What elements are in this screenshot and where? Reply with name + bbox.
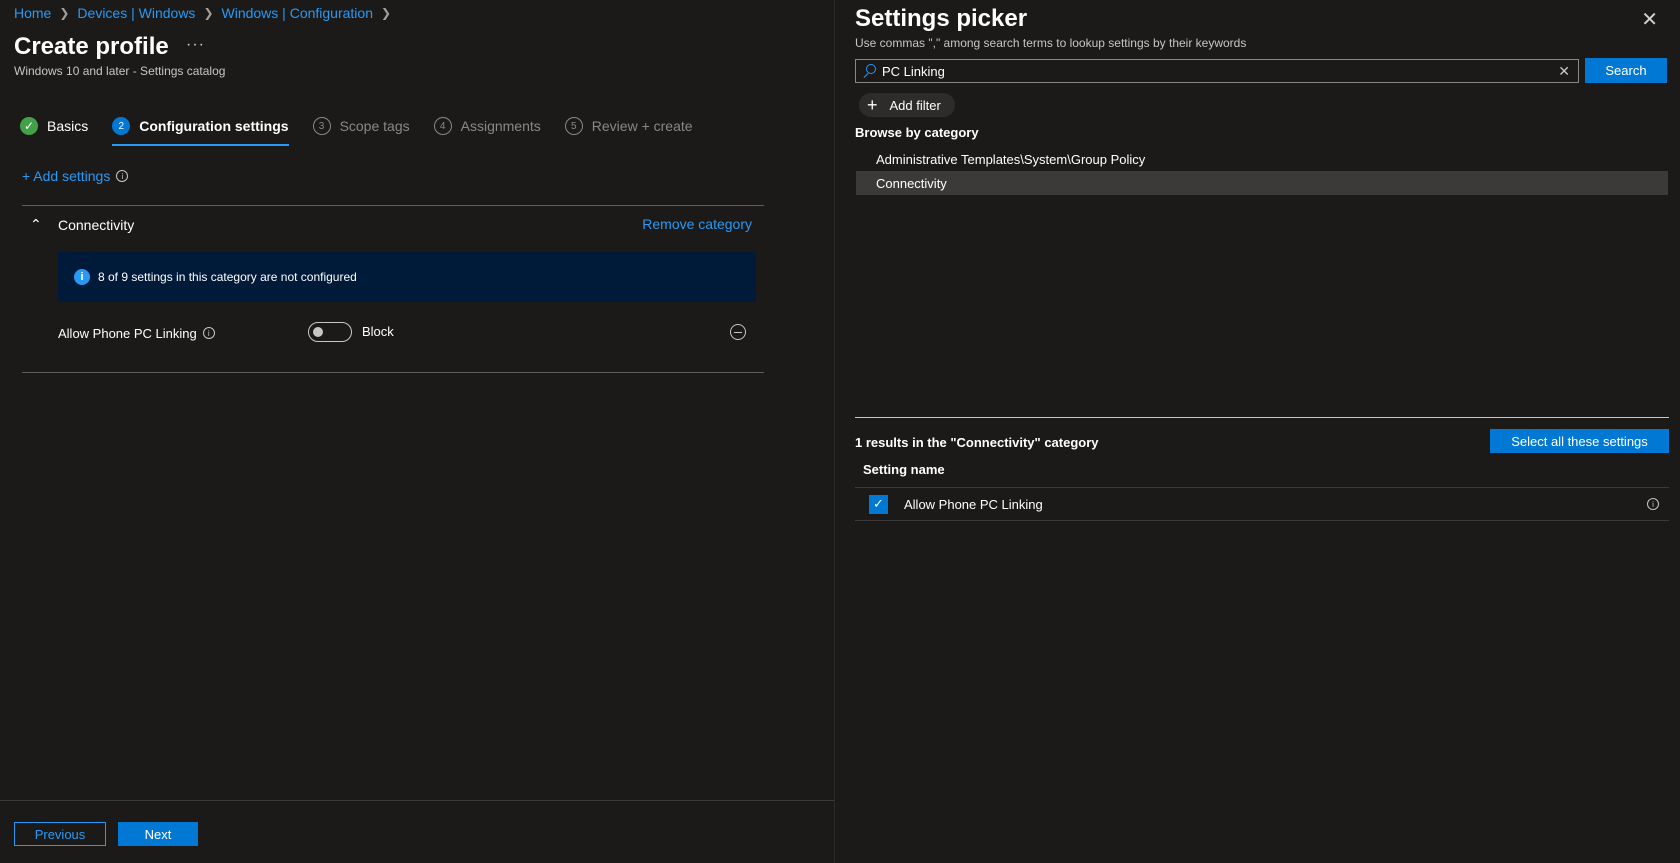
info-icon: i xyxy=(74,269,90,285)
step-label: Configuration settings xyxy=(139,118,289,134)
search-hint: Use commas "," among search terms to loo… xyxy=(855,36,1247,50)
checkbox-checked[interactable]: ✓ xyxy=(869,494,888,514)
info-icon[interactable]: i xyxy=(116,170,129,182)
add-filter-label: Add filter xyxy=(889,97,941,113)
info-icon[interactable]: i xyxy=(202,327,215,339)
toggle-value-label: Block xyxy=(362,324,394,339)
chevron-right-icon: ❯ xyxy=(203,6,214,20)
step-label: Review + create xyxy=(591,118,693,134)
chevron-up-icon[interactable]: ⌃ xyxy=(30,216,54,233)
add-settings-link[interactable]: + Add settings xyxy=(22,168,110,184)
search-icon xyxy=(862,64,876,78)
breadcrumb-devices-windows[interactable]: Devices | Windows xyxy=(77,5,195,21)
breadcrumb-windows-configuration[interactable]: Windows | Configuration xyxy=(222,5,373,21)
step-number: 2 xyxy=(112,117,131,135)
chevron-right-icon: ❯ xyxy=(59,6,70,20)
step-label: Scope tags xyxy=(339,118,410,134)
step-label: Assignments xyxy=(460,118,541,134)
add-filter-button[interactable]: + Add filter xyxy=(859,93,955,117)
step-label: Basics xyxy=(47,118,89,134)
column-header-setting-name: Setting name xyxy=(863,462,945,477)
close-icon[interactable]: ✕ xyxy=(1641,10,1658,30)
footer: Previous Next xyxy=(0,800,834,863)
result-setting-name: Allow Phone PC Linking xyxy=(904,496,1043,512)
step-review-create[interactable]: 5 Review + create xyxy=(564,112,693,140)
step-scope-tags[interactable]: 3 Scope tags xyxy=(312,112,410,140)
select-all-button[interactable]: Select all these settings xyxy=(1490,429,1669,453)
category-header[interactable]: ⌃ Connectivity Remove category xyxy=(22,216,764,233)
remove-setting-icon[interactable] xyxy=(730,324,746,340)
search-box[interactable]: ✕ xyxy=(855,59,1579,83)
add-settings-row: + Add settings i xyxy=(22,168,129,184)
category-item-group-policy[interactable]: Administrative Templates\System\Group Po… xyxy=(856,147,1668,171)
settings-picker-title: Settings picker xyxy=(855,5,1028,32)
info-icon[interactable]: i xyxy=(1647,498,1659,510)
step-number: 5 xyxy=(564,117,583,135)
search-input[interactable] xyxy=(882,63,1559,79)
more-options-icon[interactable]: ··· xyxy=(186,36,205,54)
chevron-right-icon: ❯ xyxy=(380,6,392,20)
divider xyxy=(855,417,1669,418)
next-button[interactable]: Next xyxy=(118,822,198,846)
checkmark-icon: ✓ xyxy=(20,117,38,135)
step-number: 4 xyxy=(433,117,452,135)
block-allow-toggle[interactable] xyxy=(308,322,352,342)
step-number: 3 xyxy=(312,117,331,135)
settings-picker-pane: Settings picker ✕ Use commas "," among s… xyxy=(834,0,1680,863)
category-name: Connectivity xyxy=(58,216,135,233)
remove-category-link[interactable]: Remove category xyxy=(642,216,752,232)
clear-icon[interactable]: ✕ xyxy=(1558,63,1570,80)
step-assignments[interactable]: 4 Assignments xyxy=(433,112,541,140)
page-title: Create profile xyxy=(14,33,169,60)
browse-by-category-label: Browse by category xyxy=(855,125,979,140)
table-row[interactable]: ✓ Allow Phone PC Linking i xyxy=(855,487,1669,521)
not-configured-notice: i 8 of 9 settings in this category are n… xyxy=(58,252,756,302)
category-list: Administrative Templates\System\Group Po… xyxy=(856,147,1668,195)
breadcrumb-home[interactable]: Home xyxy=(14,5,51,21)
plus-icon: + xyxy=(867,95,878,115)
previous-button[interactable]: Previous xyxy=(14,822,106,846)
wizard-steps: ✓ Basics 2 Configuration settings 3 Scop… xyxy=(20,112,717,146)
page-subtitle: Windows 10 and later - Settings catalog xyxy=(14,64,226,78)
search-button[interactable]: Search xyxy=(1585,58,1667,83)
create-profile-pane: Home ❯ Devices | Windows ❯ Windows | Con… xyxy=(0,0,834,863)
breadcrumb: Home ❯ Devices | Windows ❯ Windows | Con… xyxy=(14,5,399,21)
notice-text: 8 of 9 settings in this category are not… xyxy=(98,270,357,284)
setting-name: Allow Phone PC Linking xyxy=(58,325,197,341)
step-configuration-settings[interactable]: 2 Configuration settings xyxy=(112,112,289,146)
step-basics[interactable]: ✓ Basics xyxy=(20,112,88,140)
setting-row: Allow Phone PC Linking i Block xyxy=(58,322,756,344)
results-count-label: 1 results in the "Connectivity" category xyxy=(855,435,1099,450)
category-item-connectivity[interactable]: Connectivity xyxy=(856,171,1668,195)
category-section: ⌃ Connectivity Remove category i 8 of 9 … xyxy=(22,205,764,373)
